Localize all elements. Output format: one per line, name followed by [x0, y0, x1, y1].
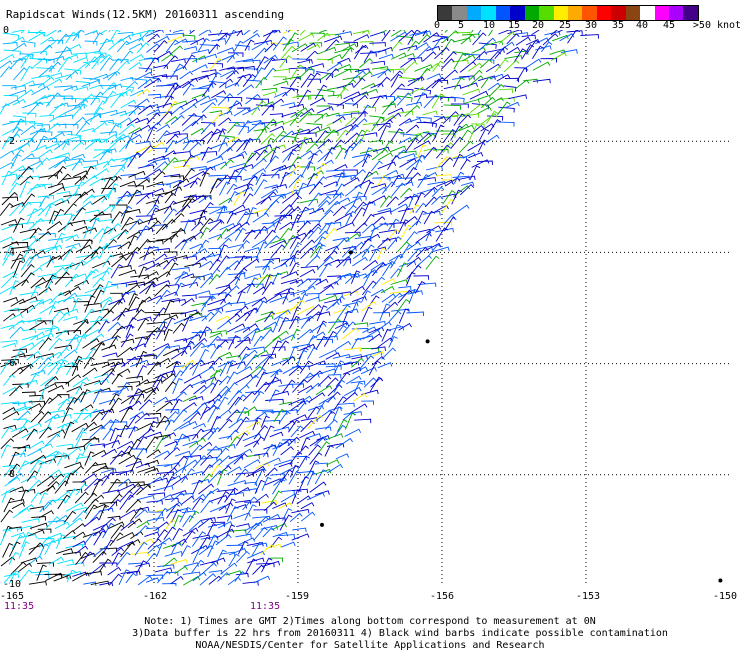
- legend-swatch: [438, 6, 453, 20]
- legend-swatch: [596, 6, 612, 20]
- legend-swatch: [466, 6, 482, 20]
- x-tick-4: -153: [575, 591, 601, 602]
- legend-swatch: [539, 6, 554, 20]
- time-label-mid: 11:35: [250, 601, 281, 612]
- map-title: Rapidscat Winds(12.5KM) 20160311 ascendi…: [6, 8, 285, 21]
- legend-swatch: [452, 6, 467, 20]
- note-line-3: NOAA/NESDIS/Center for Satellite Applica…: [195, 640, 545, 651]
- y-tick-5: -10: [3, 579, 22, 590]
- x-tick-3: -156: [429, 591, 455, 602]
- legend-swatch: [524, 6, 540, 20]
- island-marker: [718, 578, 723, 583]
- legend-swatch: [510, 6, 525, 20]
- x-tick-1: -162: [142, 591, 168, 602]
- island-marker: [320, 522, 324, 527]
- y-tick-0: 0: [3, 25, 10, 36]
- wind-speed-color-legend: [437, 5, 699, 21]
- island-marker: [425, 339, 430, 344]
- legend-swatch: [553, 6, 568, 20]
- legend-swatch: [669, 6, 684, 20]
- legend-swatch: [654, 6, 669, 20]
- legend-swatch: [495, 6, 511, 20]
- legend-swatch: [582, 6, 597, 20]
- island-marker: [348, 250, 353, 255]
- x-tick-5: -150: [712, 591, 738, 602]
- legend-swatch: [683, 6, 698, 20]
- y-tick-3: -6: [3, 358, 16, 369]
- note-line-2: 3)Data buffer is 22 hrs from 20160311 4)…: [132, 628, 668, 639]
- wind-map-plot: [0, 30, 730, 586]
- wind-barbs: [0, 30, 599, 586]
- legend-swatch: [625, 6, 641, 20]
- y-tick-2: -4: [3, 247, 16, 258]
- legend-swatch: [481, 6, 496, 20]
- legend-swatch: [567, 6, 583, 20]
- y-tick-4: -8: [3, 469, 16, 480]
- note-line-1: Note: 1) Times are GMT 2)Times along bot…: [144, 616, 596, 627]
- legend-swatch: [611, 6, 626, 20]
- time-label-left: 11:35: [4, 601, 35, 612]
- x-tick-2: -159: [284, 591, 310, 602]
- legend-swatch: [640, 6, 655, 20]
- y-tick-1: -2: [3, 136, 16, 147]
